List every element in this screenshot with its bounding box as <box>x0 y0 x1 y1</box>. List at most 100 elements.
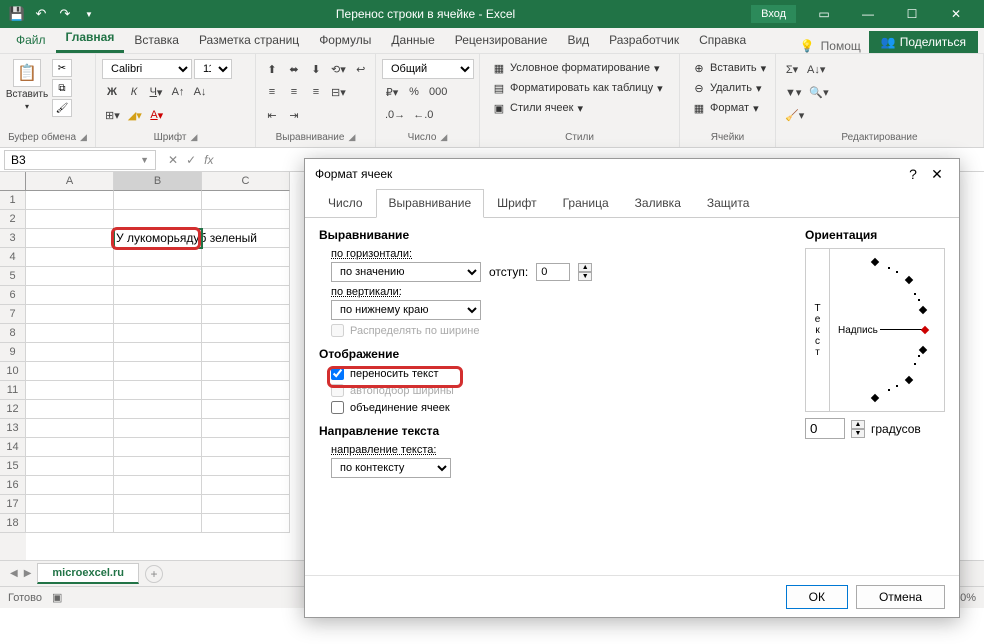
cell-A15[interactable] <box>26 457 114 476</box>
cell-styles-button[interactable]: ▣Стили ячеек▾ <box>486 99 669 117</box>
close-icon[interactable]: ✕ <box>934 0 978 28</box>
dtab-font[interactable]: Шрифт <box>484 189 549 217</box>
cancel-formula-icon[interactable]: ✕ <box>168 153 178 167</box>
underline-button[interactable]: Ч▾ <box>146 82 166 102</box>
copy-icon[interactable]: ⧉ <box>52 79 72 97</box>
cell-A14[interactable] <box>26 438 114 457</box>
decimal-dec-icon[interactable]: ←.0 <box>410 105 436 125</box>
row-header-14[interactable]: 14 <box>0 438 26 457</box>
row-header-18[interactable]: 18 <box>0 514 26 533</box>
font-size-select[interactable]: 11 <box>194 59 232 79</box>
indent-dec-icon[interactable]: ⇤ <box>262 105 282 125</box>
conditional-formatting-button[interactable]: ▦Условное форматирование▾ <box>486 59 669 77</box>
degrees-input[interactable] <box>805 418 845 439</box>
name-box[interactable]: B3▼ <box>4 150 156 170</box>
tab-developer[interactable]: Разработчик <box>599 29 689 53</box>
cell-B2[interactable] <box>114 210 202 229</box>
dtab-fill[interactable]: Заливка <box>622 189 694 217</box>
row-header-3[interactable]: 3 <box>0 229 26 248</box>
clipboard-launcher-icon[interactable]: ◢ <box>80 132 87 143</box>
merge-icon[interactable]: ⊟▾ <box>328 82 349 102</box>
ok-button[interactable]: ОК <box>786 585 848 609</box>
tab-page-layout[interactable]: Разметка страниц <box>189 29 309 53</box>
share-button[interactable]: 👥Поделиться <box>869 31 978 53</box>
font-name-select[interactable]: Calibri <box>102 59 192 79</box>
font-color-button[interactable]: А▾ <box>147 105 167 125</box>
align-left-icon[interactable]: ≡ <box>262 82 282 102</box>
sort-filter-icon[interactable]: A↓▾ <box>804 59 828 79</box>
row-header-1[interactable]: 1 <box>0 191 26 210</box>
qat-dropdown-icon[interactable]: ▼ <box>78 3 100 25</box>
macro-record-icon[interactable]: ▣ <box>52 591 62 604</box>
dtab-alignment[interactable]: Выравнивание <box>376 189 485 218</box>
deg-down-icon[interactable]: ▼ <box>851 429 865 438</box>
undo-icon[interactable]: ↶ <box>30 3 52 25</box>
tab-review[interactable]: Рецензирование <box>445 29 558 53</box>
number-launcher-icon[interactable]: ◢ <box>440 132 447 143</box>
dialog-help-icon[interactable]: ? <box>901 166 925 182</box>
cell-B3[interactable]: У лукоморьядуб зеленый <box>114 229 202 248</box>
tab-formulas[interactable]: Формулы <box>309 29 381 53</box>
font-shrink-icon[interactable]: A↓ <box>190 82 210 102</box>
cell-A7[interactable] <box>26 305 114 324</box>
cell-A6[interactable] <box>26 286 114 305</box>
align-launcher-icon[interactable]: ◢ <box>348 132 355 143</box>
sheet-tab-active[interactable]: microexcel.ru <box>37 563 139 584</box>
cell-A5[interactable] <box>26 267 114 286</box>
row-header-8[interactable]: 8 <box>0 324 26 343</box>
align-top-icon[interactable]: ⬆ <box>262 59 282 79</box>
dtab-protection[interactable]: Защита <box>694 189 763 217</box>
row-header-13[interactable]: 13 <box>0 419 26 438</box>
tab-file[interactable]: Файл <box>6 29 56 53</box>
bold-button[interactable]: Ж <box>102 82 122 102</box>
tell-me[interactable]: 💡Помощ <box>792 39 869 53</box>
maximize-icon[interactable]: ☐ <box>890 0 934 28</box>
cell-C7[interactable] <box>202 305 290 324</box>
cell-B7[interactable] <box>114 305 202 324</box>
col-header-B[interactable]: B <box>114 172 202 191</box>
cell-A16[interactable] <box>26 476 114 495</box>
autosum-icon[interactable]: Σ▾ <box>782 59 802 79</box>
insert-cells-button[interactable]: ⊕Вставить▾ <box>686 59 772 77</box>
cell-C18[interactable] <box>202 514 290 533</box>
cell-B1[interactable] <box>114 191 202 210</box>
tab-insert[interactable]: Вставка <box>124 29 189 53</box>
cell-A4[interactable] <box>26 248 114 267</box>
fill-color-button[interactable]: ◢▾ <box>125 105 145 125</box>
redo-icon[interactable]: ↷ <box>54 3 76 25</box>
tab-view[interactable]: Вид <box>557 29 599 53</box>
cell-A11[interactable] <box>26 381 114 400</box>
cell-B15[interactable] <box>114 457 202 476</box>
orientation-icon[interactable]: ⟲▾ <box>328 59 349 79</box>
cell-B16[interactable] <box>114 476 202 495</box>
cell-C5[interactable] <box>202 267 290 286</box>
dialog-close-icon[interactable]: ✕ <box>925 166 949 183</box>
tab-help[interactable]: Справка <box>689 29 756 53</box>
row-header-12[interactable]: 12 <box>0 400 26 419</box>
row-header-16[interactable]: 16 <box>0 476 26 495</box>
format-cells-button[interactable]: ▦Формат▾ <box>686 99 772 117</box>
cell-A1[interactable] <box>26 191 114 210</box>
cell-B8[interactable] <box>114 324 202 343</box>
paste-button[interactable]: 📋 Вставить ▾ <box>6 59 48 111</box>
cell-A9[interactable] <box>26 343 114 362</box>
select-all-corner[interactable] <box>0 172 26 191</box>
row-header-7[interactable]: 7 <box>0 305 26 324</box>
decimal-inc-icon[interactable]: .0→ <box>382 105 408 125</box>
cell-A8[interactable] <box>26 324 114 343</box>
indent-down-icon[interactable]: ▼ <box>578 272 592 281</box>
minimize-icon[interactable]: — <box>846 0 890 28</box>
cell-A3[interactable] <box>26 229 114 248</box>
col-header-A[interactable]: A <box>26 172 114 191</box>
cell-C14[interactable] <box>202 438 290 457</box>
row-header-4[interactable]: 4 <box>0 248 26 267</box>
percent-icon[interactable]: % <box>404 82 424 102</box>
cut-icon[interactable]: ✂ <box>52 59 72 77</box>
tab-data[interactable]: Данные <box>381 29 444 53</box>
indent-input[interactable] <box>536 263 570 281</box>
dtab-number[interactable]: Число <box>315 189 376 217</box>
font-launcher-icon[interactable]: ◢ <box>190 132 197 143</box>
cell-C11[interactable] <box>202 381 290 400</box>
fill-icon[interactable]: ▼▾ <box>782 82 804 102</box>
cell-C1[interactable] <box>202 191 290 210</box>
